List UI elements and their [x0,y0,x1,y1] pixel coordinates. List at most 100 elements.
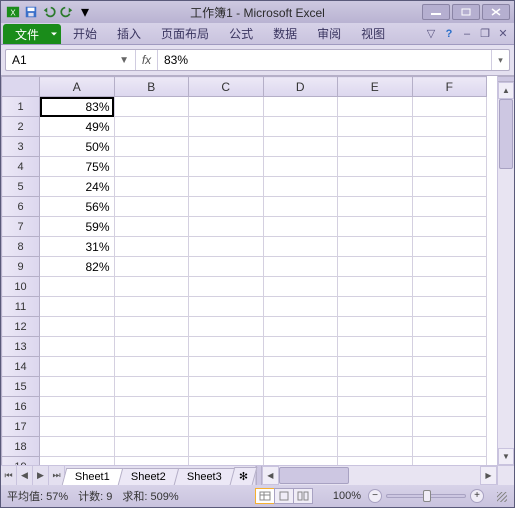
excel-icon[interactable]: X [5,4,21,20]
cell-A13[interactable] [40,337,115,357]
cell-C15[interactable] [189,377,264,397]
cell-D7[interactable] [263,217,338,237]
zoom-slider-thumb[interactable] [423,490,431,502]
cell-B14[interactable] [114,357,189,377]
col-header-A[interactable]: A [40,77,115,97]
cell-C12[interactable] [189,317,264,337]
cell-A16[interactable] [40,397,115,417]
ribbon-tab-0[interactable]: 开始 [63,23,107,44]
cell-F18[interactable] [412,437,487,457]
cell-E8[interactable] [338,237,413,257]
cell-E2[interactable] [338,117,413,137]
cell-F17[interactable] [412,417,487,437]
cell-F19[interactable] [412,457,487,466]
formula-input[interactable] [158,50,491,70]
row-header-6[interactable]: 6 [2,197,40,217]
cell-A11[interactable] [40,297,115,317]
row-header-3[interactable]: 3 [2,137,40,157]
cell-C7[interactable] [189,217,264,237]
redo-icon[interactable] [59,4,75,20]
cell-E11[interactable] [338,297,413,317]
cell-A17[interactable] [40,417,115,437]
workbook-restore-icon[interactable]: ❐ [478,27,492,41]
cell-A5[interactable]: 24% [40,177,115,197]
row-header-1[interactable]: 1 [2,97,40,117]
cell-C9[interactable] [189,257,264,277]
col-header-E[interactable]: E [338,77,413,97]
resize-grip-icon[interactable] [494,489,508,503]
cell-D18[interactable] [263,437,338,457]
cell-D15[interactable] [263,377,338,397]
cell-B15[interactable] [114,377,189,397]
row-header-10[interactable]: 10 [2,277,40,297]
cell-B1[interactable] [114,97,189,117]
ribbon-tab-1[interactable]: 插入 [107,23,151,44]
workbook-minimize-icon[interactable]: ‒ [460,27,474,41]
col-header-F[interactable]: F [412,77,487,97]
cell-C3[interactable] [189,137,264,157]
cell-C6[interactable] [189,197,264,217]
cell-B4[interactable] [114,157,189,177]
zoom-level[interactable]: 100% [330,490,364,502]
ribbon-tab-4[interactable]: 数据 [263,23,307,44]
col-header-C[interactable]: C [189,77,264,97]
cell-B13[interactable] [114,337,189,357]
cell-E16[interactable] [338,397,413,417]
row-header-18[interactable]: 18 [2,437,40,457]
name-box[interactable]: ▼ [6,50,136,70]
cell-F6[interactable] [412,197,487,217]
close-button[interactable] [482,4,510,20]
cell-B16[interactable] [114,397,189,417]
cell-E7[interactable] [338,217,413,237]
cell-A1[interactable]: 83% [40,97,115,117]
cell-C19[interactable] [189,457,264,466]
cell-D5[interactable] [263,177,338,197]
row-header-17[interactable]: 17 [2,417,40,437]
cell-F11[interactable] [412,297,487,317]
row-header-16[interactable]: 16 [2,397,40,417]
cell-C2[interactable] [189,117,264,137]
cell-A7[interactable]: 59% [40,217,115,237]
cell-E6[interactable] [338,197,413,217]
cell-C16[interactable] [189,397,264,417]
cell-B10[interactable] [114,277,189,297]
cell-C8[interactable] [189,237,264,257]
cell-F9[interactable] [412,257,487,277]
fx-button[interactable]: fx [136,50,158,70]
scroll-right-icon[interactable]: ▶ [480,466,497,485]
new-sheet-button[interactable]: ✻ [229,467,257,485]
row-header-19[interactable]: 19 [2,457,40,466]
cell-C13[interactable] [189,337,264,357]
cell-F12[interactable] [412,317,487,337]
row-header-15[interactable]: 15 [2,377,40,397]
view-page-layout-button[interactable] [274,488,294,504]
scroll-left-icon[interactable]: ◀ [262,466,279,485]
cell-F4[interactable] [412,157,487,177]
cell-F2[interactable] [412,117,487,137]
save-icon[interactable] [23,4,39,20]
cell-F5[interactable] [412,177,487,197]
cell-C11[interactable] [189,297,264,317]
col-header-D[interactable]: D [263,77,338,97]
cell-D2[interactable] [263,117,338,137]
cell-grid[interactable]: ABCDEF183%249%350%475%524%656%759%831%98… [1,76,497,465]
cell-E14[interactable] [338,357,413,377]
row-header-14[interactable]: 14 [2,357,40,377]
cell-A12[interactable] [40,317,115,337]
cell-D4[interactable] [263,157,338,177]
row-header-5[interactable]: 5 [2,177,40,197]
cell-F13[interactable] [412,337,487,357]
zoom-in-button[interactable]: + [470,489,484,503]
ribbon-tab-2[interactable]: 页面布局 [151,23,219,44]
name-box-input[interactable] [12,53,102,67]
row-header-7[interactable]: 7 [2,217,40,237]
cell-E10[interactable] [338,277,413,297]
formula-expand-icon[interactable]: ▾ [491,50,509,70]
cell-A15[interactable] [40,377,115,397]
cell-E12[interactable] [338,317,413,337]
cell-D19[interactable] [263,457,338,466]
row-header-11[interactable]: 11 [2,297,40,317]
ribbon-tab-6[interactable]: 视图 [351,23,395,44]
view-normal-button[interactable] [255,488,275,504]
view-page-break-button[interactable] [293,488,313,504]
